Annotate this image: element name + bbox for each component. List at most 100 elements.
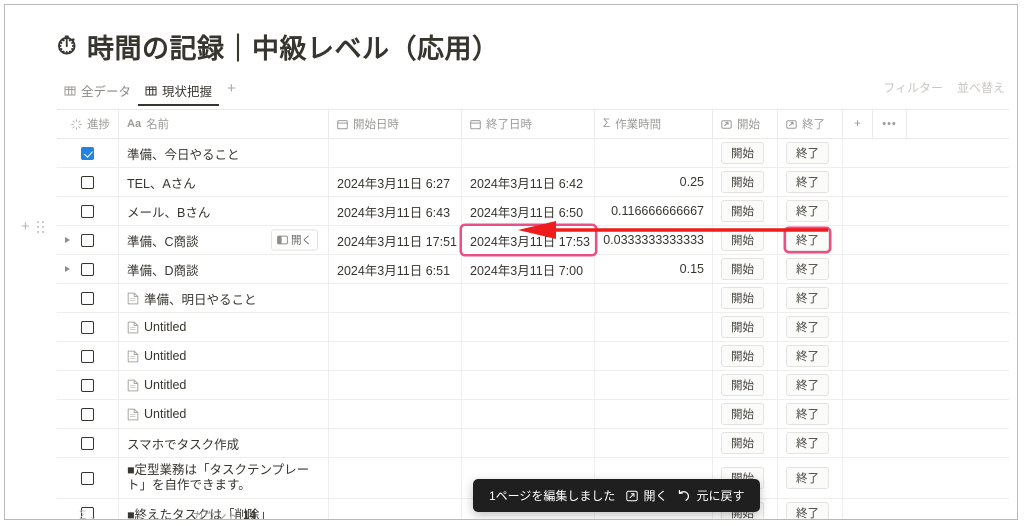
cell-name[interactable]: TEL、Aさん: [119, 168, 329, 196]
table-row[interactable]: スマホでタスク作成 開始 終了: [57, 429, 1009, 458]
toast-open-action[interactable]: 開く: [626, 487, 667, 504]
end-timer-button[interactable]: 終了: [786, 200, 829, 222]
start-timer-button[interactable]: 開始: [721, 374, 764, 396]
cell-start-datetime[interactable]: [329, 342, 462, 370]
start-timer-button[interactable]: 開始: [721, 142, 764, 164]
cell-duration[interactable]: 0.15: [595, 255, 713, 283]
progress-checkbox[interactable]: [81, 146, 94, 160]
cell-start-datetime[interactable]: [329, 400, 462, 428]
cell-start-datetime[interactable]: [329, 139, 462, 167]
cell-duration[interactable]: [595, 139, 713, 167]
table-row[interactable]: Untitled 開始 終了: [57, 313, 1009, 342]
start-timer-button[interactable]: 開始: [721, 229, 764, 251]
cell-end-datetime[interactable]: 2024年3月11日 7:00: [462, 255, 595, 283]
cell-start-datetime[interactable]: 2024年3月11日 17:51: [329, 226, 462, 254]
cell-name[interactable]: メール、Bさん: [119, 197, 329, 225]
cell-name[interactable]: Untitled: [119, 313, 329, 341]
end-timer-button[interactable]: 終了: [786, 287, 829, 309]
add-row-button[interactable]: +: [21, 219, 30, 234]
cell-start-datetime[interactable]: [329, 429, 462, 457]
cell-end-datetime[interactable]: [462, 313, 595, 341]
cell-name[interactable]: 準備、D商談: [119, 255, 329, 283]
cell-end-datetime[interactable]: [462, 429, 595, 457]
open-page-button[interactable]: 開く: [271, 229, 318, 251]
start-timer-button[interactable]: 開始: [721, 258, 764, 280]
column-header-name[interactable]: Aa 名前: [119, 110, 329, 138]
start-timer-button[interactable]: 開始: [721, 200, 764, 222]
cell-name[interactable]: 準備、今日やること: [119, 139, 329, 167]
add-view-button[interactable]: +: [219, 79, 244, 99]
cell-duration[interactable]: [595, 400, 713, 428]
table-row[interactable]: Untitled 開始 終了: [57, 400, 1009, 429]
cell-end-datetime[interactable]: [462, 342, 595, 370]
end-timer-button[interactable]: 終了: [786, 432, 829, 454]
add-column-button[interactable]: +: [843, 110, 873, 138]
sort-button[interactable]: 並べ替え: [957, 79, 1005, 96]
cell-start-datetime[interactable]: [329, 313, 462, 341]
cell-duration[interactable]: [595, 313, 713, 341]
table-more-options-button[interactable]: •••: [873, 110, 907, 138]
table-row[interactable]: TEL、Aさん 2024年3月11日 6:27 2024年3月11日 6:42 0.2…: [57, 168, 1009, 197]
cell-end-datetime[interactable]: 2024年3月11日 6:42: [462, 168, 595, 196]
table-row[interactable]: メール、Bさん 2024年3月11日 6:43 2024年3月11日 6:50 0.1…: [57, 197, 1009, 226]
drag-handle-icon[interactable]: [36, 220, 45, 234]
end-timer-button[interactable]: 終了: [786, 171, 829, 193]
footer-aggregate-progress[interactable]: Σ ⌄: [57, 510, 119, 519]
cell-end-datetime[interactable]: [462, 139, 595, 167]
cell-duration[interactable]: [595, 371, 713, 399]
table-row[interactable]: 準備、D商談 2024年3月11日 6:51 2024年3月11日 7:00 0.15…: [57, 255, 1009, 284]
end-timer-button[interactable]: 終了: [786, 345, 829, 367]
start-timer-button[interactable]: 開始: [721, 432, 764, 454]
cell-end-datetime[interactable]: 2024年3月11日 6:50: [462, 197, 595, 225]
cell-name[interactable]: スマホでタスク作成: [119, 429, 329, 457]
expand-toggle-icon[interactable]: [65, 237, 70, 243]
start-timer-button[interactable]: 開始: [721, 171, 764, 193]
expand-toggle-icon[interactable]: [65, 266, 70, 272]
cell-start-datetime[interactable]: 2024年3月11日 6:43: [329, 197, 462, 225]
start-timer-button[interactable]: 開始: [721, 287, 764, 309]
toast-undo-action[interactable]: 元に戻す: [678, 487, 744, 504]
cell-duration[interactable]: [595, 429, 713, 457]
end-timer-button[interactable]: 終了: [786, 467, 829, 489]
cell-name[interactable]: Untitled: [119, 400, 329, 428]
start-timer-button[interactable]: 開始: [721, 345, 764, 367]
cell-start-datetime[interactable]: [329, 458, 462, 498]
tab-all-data[interactable]: 全データ: [57, 79, 138, 106]
cell-duration[interactable]: [595, 284, 713, 312]
column-header-duration[interactable]: Σ 作業時間: [595, 110, 713, 138]
progress-checkbox[interactable]: [81, 407, 94, 421]
cell-duration[interactable]: [595, 342, 713, 370]
footer-count[interactable]: カウント 14: [119, 508, 329, 519]
cell-duration[interactable]: 0.116666666667: [595, 197, 713, 225]
end-timer-button[interactable]: 終了: [786, 258, 829, 280]
tab-current-status[interactable]: 現状把握: [138, 79, 219, 106]
start-timer-button[interactable]: 開始: [721, 403, 764, 425]
end-timer-button[interactable]: 終了: [786, 142, 829, 164]
progress-checkbox[interactable]: [81, 175, 94, 189]
end-timer-button[interactable]: 終了: [786, 316, 829, 338]
column-header-end-datetime[interactable]: 終了日時: [462, 110, 595, 138]
cell-start-datetime[interactable]: [329, 371, 462, 399]
column-header-start-button[interactable]: 開始: [713, 110, 778, 138]
progress-checkbox[interactable]: [81, 262, 94, 276]
cell-name[interactable]: ■定型業務は「タスクテンプレート」を自作できます。: [119, 458, 329, 498]
cell-start-datetime[interactable]: [329, 284, 462, 312]
table-row[interactable]: 準備、明日やること 開始 終了: [57, 284, 1009, 313]
table-row[interactable]: 準備、今日やること 開始 終了: [57, 139, 1009, 168]
progress-checkbox[interactable]: [81, 471, 94, 485]
cell-name[interactable]: Untitled: [119, 371, 329, 399]
progress-checkbox[interactable]: [81, 320, 94, 334]
table-row[interactable]: 準備、C商談 開く 2024年3月11日 17:51 2024年3月11日 17:53…: [57, 226, 1009, 255]
cell-start-datetime[interactable]: 2024年3月11日 6:51: [329, 255, 462, 283]
cell-name[interactable]: 準備、C商談 開く: [119, 226, 329, 254]
cell-duration[interactable]: 0.25: [595, 168, 713, 196]
progress-checkbox[interactable]: [81, 378, 94, 392]
cell-name[interactable]: 準備、明日やること: [119, 284, 329, 312]
progress-checkbox[interactable]: [81, 204, 94, 218]
cell-name[interactable]: Untitled: [119, 342, 329, 370]
cell-end-datetime[interactable]: 2024年3月11日 17:53: [462, 226, 595, 254]
end-timer-button[interactable]: 終了: [786, 229, 829, 251]
cell-duration[interactable]: 0.0333333333333: [595, 226, 713, 254]
progress-checkbox[interactable]: [81, 291, 94, 305]
progress-checkbox[interactable]: [81, 233, 94, 247]
